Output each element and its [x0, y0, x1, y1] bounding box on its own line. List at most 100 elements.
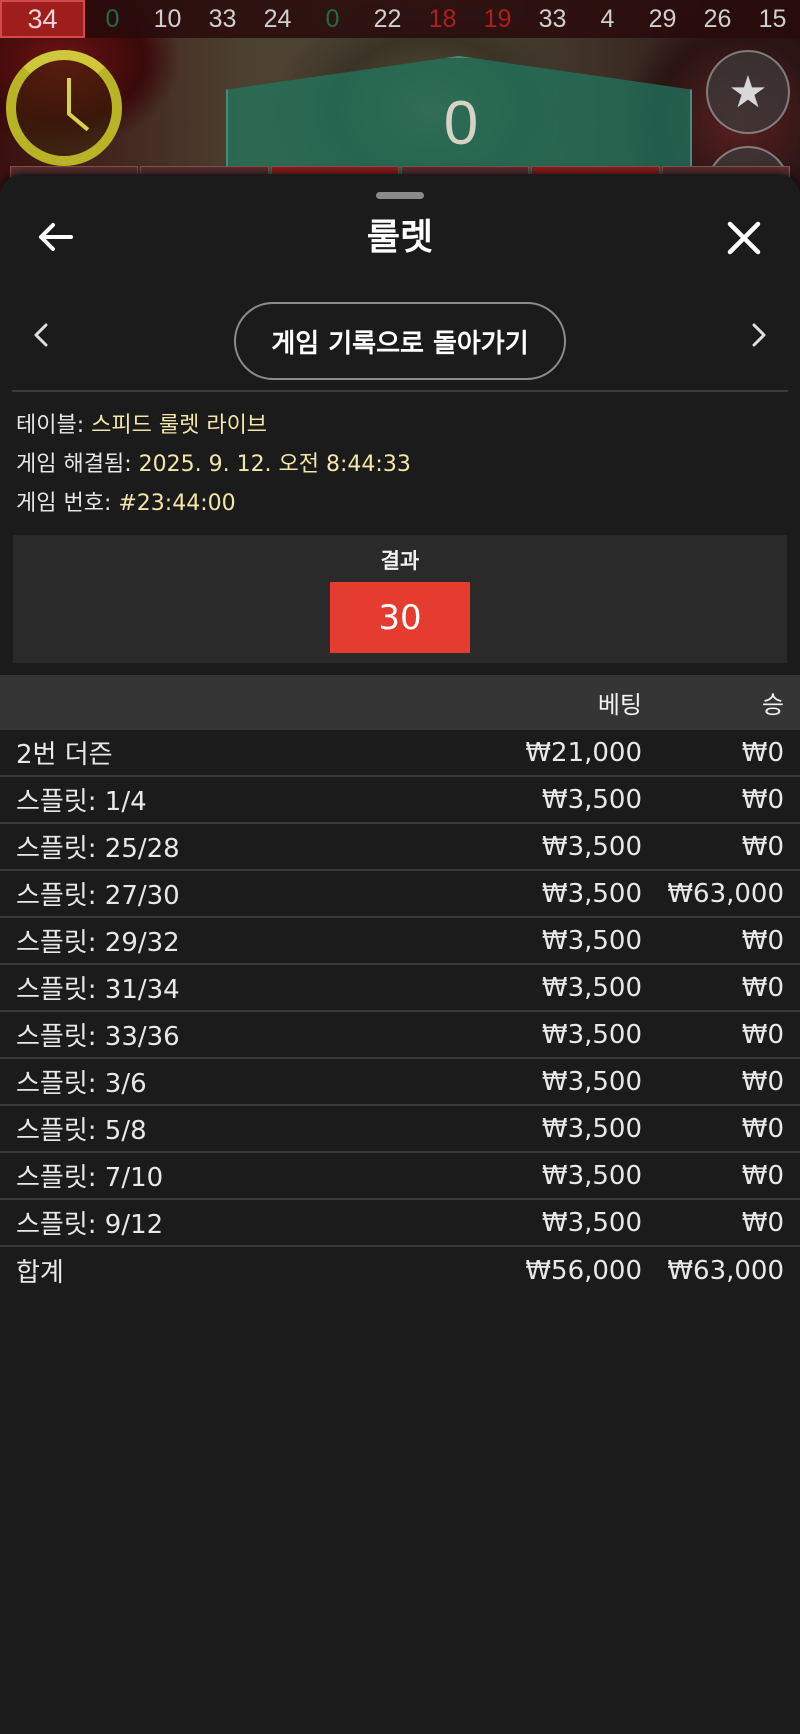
history-number: 33 [208, 4, 237, 33]
win-amount: ₩0 [741, 737, 784, 768]
table-row: 2번 더즌 ₩21,000 ₩0 [0, 730, 800, 777]
history-number: 15 [758, 4, 787, 33]
bets-total-row: 합계 ₩56,000 ₩63,000 [0, 1247, 800, 1294]
table-row: 스플릿: 29/32 ₩3,500 ₩0 [0, 918, 800, 965]
clock-icon [6, 50, 122, 166]
game-number-row: 게임 번호: #23:44:00 [16, 484, 786, 523]
history-number: 18 [428, 4, 457, 33]
bet-amount: ₩3,500 [541, 1066, 642, 1097]
history-latest-number: 34 [0, 0, 85, 38]
resolved-info-row: 게임 해결됨: 2025. 9. 12. 오전 8:44:33 [16, 445, 786, 484]
bet-name: 스플릿: 1/4 [16, 787, 147, 817]
history-number: 0 [325, 4, 340, 33]
close-button[interactable] [718, 212, 770, 264]
table-row: 스플릿: 31/34 ₩3,500 ₩0 [0, 965, 800, 1012]
game-number-value: #23:44:00 [118, 491, 236, 516]
bet-name: 스플릿: 31/34 [16, 975, 180, 1005]
table-value: 스피드 룰렛 라이브 [91, 413, 268, 438]
bet-name: 2번 더즌 [16, 740, 113, 770]
history-number: 26 [703, 4, 732, 33]
total-label: 합계 [16, 1258, 64, 1288]
history-number-list: 0 10 33 24 0 22 18 19 33 4 29 26 15 [85, 5, 800, 34]
bet-amount: ₩3,500 [541, 878, 642, 909]
chevron-right-icon [752, 323, 766, 347]
bets-table: 베팅 승 2번 더즌 ₩21,000 ₩0 스플릿: 1/4 ₩3,500 ₩0 스플릿: … [0, 675, 800, 1294]
bet-amount: ₩21,000 [525, 737, 642, 768]
star-icon: ★ [728, 66, 768, 118]
history-number: 33 [538, 4, 567, 33]
table-row: 스플릿: 7/10 ₩3,500 ₩0 [0, 1153, 800, 1200]
sheet-title: 룰렛 [366, 217, 434, 258]
header-win: 승 [761, 691, 784, 719]
history-number: 24 [263, 4, 292, 33]
total-bet: ₩56,000 [525, 1255, 642, 1286]
table-row: 스플릿: 1/4 ₩3,500 ₩0 [0, 777, 800, 824]
bet-amount: ₩3,500 [541, 972, 642, 1003]
bet-name: 스플릿: 9/12 [16, 1210, 164, 1240]
table-row: 스플릿: 5/8 ₩3,500 ₩0 [0, 1106, 800, 1153]
history-number: 0 [105, 4, 120, 33]
win-amount: ₩0 [741, 831, 784, 862]
back-to-history-button[interactable]: 게임 기록으로 돌아가기 [234, 302, 566, 380]
divider [12, 390, 788, 392]
wheel-value: 0 [443, 89, 479, 158]
chevron-left-icon [34, 323, 48, 347]
win-amount: ₩63,000 [667, 878, 784, 909]
favorite-button[interactable]: ★ [706, 50, 790, 134]
result-number-badge: 30 [330, 582, 470, 653]
table-row: 스플릿: 3/6 ₩3,500 ₩0 [0, 1059, 800, 1106]
bet-amount: ₩3,500 [541, 1207, 642, 1238]
win-amount: ₩0 [741, 1066, 784, 1097]
game-detail-sheet: 룰렛 게임 기록으로 돌아가기 테이블: 스피드 룰렛 라이브 게임 해결됨: … [0, 174, 800, 1734]
table-row: 스플릿: 33/36 ₩3,500 ₩0 [0, 1012, 800, 1059]
bet-name: 스플릿: 5/8 [16, 1116, 147, 1146]
game-info: 테이블: 스피드 룰렛 라이브 게임 해결됨: 2025. 9. 12. 오전 … [16, 406, 786, 523]
bet-name: 스플릿: 7/10 [16, 1163, 164, 1193]
result-panel: 결과 30 [13, 535, 787, 663]
win-amount: ₩0 [741, 784, 784, 815]
win-amount: ₩0 [741, 925, 784, 956]
header-bet: 베팅 [597, 691, 642, 719]
win-amount: ₩0 [741, 972, 784, 1003]
bet-name: 스플릿: 27/30 [16, 881, 180, 911]
bet-name: 스플릿: 25/28 [16, 834, 180, 864]
table-info-row: 테이블: 스피드 룰렛 라이브 [16, 406, 786, 445]
previous-game-button[interactable] [26, 318, 56, 352]
bet-amount: ₩3,500 [541, 1113, 642, 1144]
bet-amount: ₩3,500 [541, 925, 642, 956]
total-win: ₩63,000 [667, 1255, 784, 1286]
back-button[interactable] [30, 212, 80, 262]
history-number: 10 [153, 4, 182, 33]
bet-name: 스플릿: 33/36 [16, 1022, 180, 1052]
resolved-label: 게임 해결됨: [16, 452, 132, 477]
bet-amount: ₩3,500 [541, 1160, 642, 1191]
sheet-drag-handle[interactable] [376, 192, 424, 199]
bets-table-header: 베팅 승 [0, 675, 800, 730]
bet-name: 스플릿: 29/32 [16, 928, 180, 958]
history-number: 29 [648, 4, 677, 33]
history-number: 22 [373, 4, 402, 33]
table-label: 테이블: [16, 413, 85, 438]
arrow-left-icon [39, 223, 73, 251]
table-row: 스플릿: 9/12 ₩3,500 ₩0 [0, 1200, 800, 1247]
wheel-result-display: 0 [226, 56, 692, 176]
table-row: 스플릿: 27/30 ₩3,500 ₩63,000 [0, 871, 800, 918]
history-number: 19 [483, 4, 512, 33]
close-icon [727, 221, 761, 255]
win-amount: ₩0 [741, 1160, 784, 1191]
next-game-button[interactable] [744, 318, 774, 352]
history-number: 4 [600, 4, 615, 33]
bet-amount: ₩3,500 [541, 784, 642, 815]
table-row: 스플릿: 25/28 ₩3,500 ₩0 [0, 824, 800, 871]
result-history-strip: 34 0 10 33 24 0 22 18 19 33 4 29 26 15 [0, 0, 800, 38]
win-amount: ₩0 [741, 1207, 784, 1238]
game-number-label: 게임 번호: [16, 491, 112, 516]
bet-name: 스플릿: 3/6 [16, 1069, 147, 1099]
win-amount: ₩0 [741, 1019, 784, 1050]
result-label: 결과 [380, 549, 420, 573]
live-game-background: 34 0 10 33 24 0 22 18 19 33 4 29 26 15 0 ★ [0, 0, 800, 230]
bets-table-body: 2번 더즌 ₩21,000 ₩0 스플릿: 1/4 ₩3,500 ₩0 스플릿: 25/28… [0, 730, 800, 1247]
win-amount: ₩0 [741, 1113, 784, 1144]
bet-amount: ₩3,500 [541, 1019, 642, 1050]
bet-amount: ₩3,500 [541, 831, 642, 862]
